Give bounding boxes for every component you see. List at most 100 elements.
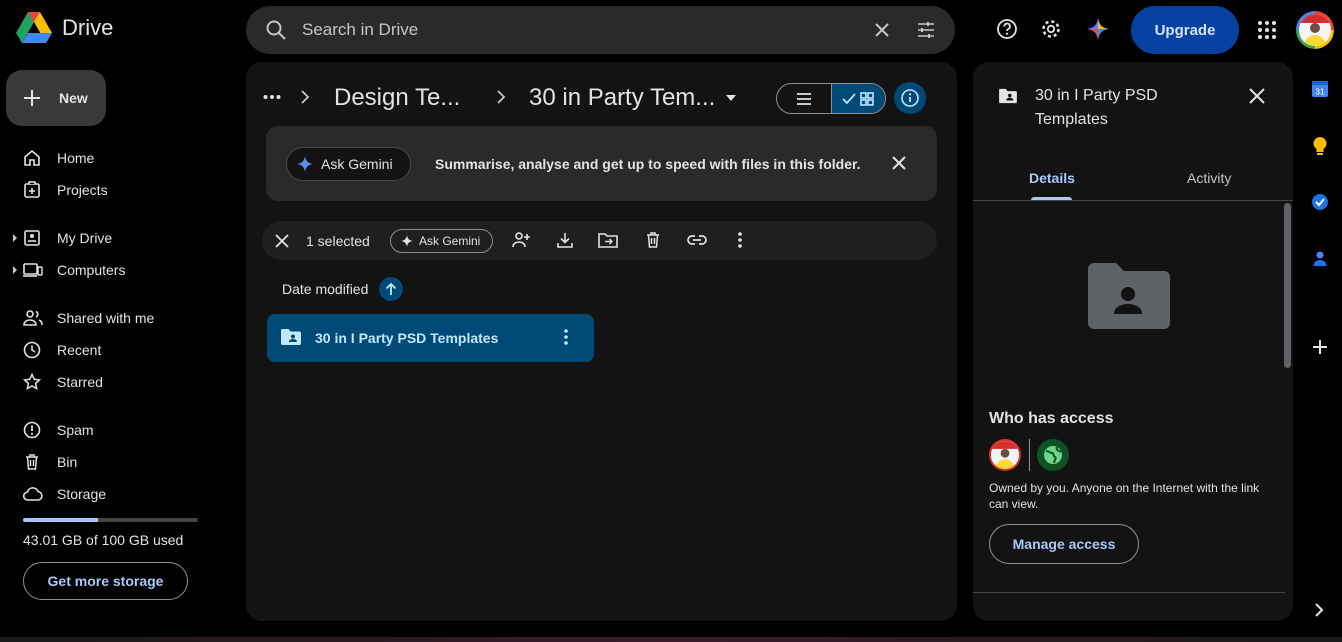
sidebar-item-label: Bin xyxy=(57,454,78,470)
home-icon xyxy=(24,149,40,166)
app-title: Drive xyxy=(62,15,114,40)
details-section-divider xyxy=(973,592,1285,593)
view-toggle[interactable] xyxy=(776,83,886,114)
account-avatar[interactable] xyxy=(1296,11,1334,49)
sort-label[interactable]: Date modified xyxy=(282,281,368,297)
keep-icon[interactable] xyxy=(1311,136,1329,156)
spam-icon xyxy=(23,421,41,439)
drive-logo[interactable]: Drive xyxy=(16,12,113,44)
chevron-right-icon xyxy=(497,90,506,104)
sidebar-item-shared-with-me[interactable]: Shared with me xyxy=(0,302,230,334)
expand-caret-icon[interactable] xyxy=(13,234,17,242)
add-addon-icon[interactable] xyxy=(1313,340,1327,354)
selection-ask-gemini-label: Ask Gemini xyxy=(419,234,481,248)
search-input[interactable] xyxy=(302,18,842,42)
star-icon xyxy=(23,373,41,391)
new-button[interactable]: New xyxy=(6,70,106,126)
list-view-button[interactable] xyxy=(777,84,831,113)
shared-folder-icon xyxy=(281,329,301,345)
trash-icon xyxy=(26,454,38,470)
plus-icon xyxy=(24,90,40,106)
sidebar-item-recent[interactable]: Recent xyxy=(0,334,230,366)
expand-caret-icon[interactable] xyxy=(13,266,17,274)
folder-preview-icon xyxy=(1088,263,1170,329)
manage-access-button[interactable]: Manage access xyxy=(989,524,1139,564)
calendar-icon[interactable]: 31 xyxy=(1311,80,1329,98)
search-icon[interactable] xyxy=(264,18,288,42)
help-icon[interactable] xyxy=(996,18,1018,40)
close-details-icon[interactable] xyxy=(1247,86,1267,106)
projects-icon xyxy=(24,181,40,198)
info-icon xyxy=(901,89,919,107)
sidebar-item-computers[interactable]: Computers xyxy=(0,254,230,286)
sort-direction-button[interactable] xyxy=(379,277,403,301)
my-drive-icon xyxy=(24,230,40,246)
tab-activity[interactable]: Activity xyxy=(1187,170,1231,186)
details-scrollbar[interactable] xyxy=(1284,203,1291,368)
arrow-up-icon xyxy=(385,282,397,295)
details-title: 30 in I Party PSD Templates xyxy=(1035,87,1158,128)
check-icon xyxy=(842,92,857,104)
sidebar-item-spam[interactable]: Spam xyxy=(0,414,230,446)
gemini-icon[interactable] xyxy=(1087,18,1109,40)
sidebar-item-label: Spam xyxy=(57,422,94,438)
get-more-storage-button[interactable]: Get more storage xyxy=(23,562,188,600)
apps-grid-icon[interactable] xyxy=(1257,20,1277,40)
more-path-icon[interactable] xyxy=(263,94,281,100)
list-icon xyxy=(796,92,811,105)
ask-gemini-chip[interactable]: Ask Gemini xyxy=(286,147,411,181)
breadcrumb-parent[interactable]: Design Te... xyxy=(334,84,460,112)
sidebar-item-storage[interactable]: Storage xyxy=(0,478,230,510)
avatar-image xyxy=(1299,14,1331,46)
access-description: Owned by you. Anyone on the Internet wit… xyxy=(989,481,1260,511)
sidebar-item-label: My Drive xyxy=(57,230,113,246)
public-access-avatar[interactable] xyxy=(1037,439,1069,471)
sidebar-item-label: Projects xyxy=(57,182,108,198)
clear-selection-icon[interactable] xyxy=(275,234,289,248)
details-info-button[interactable] xyxy=(894,82,926,114)
close-banner-icon[interactable] xyxy=(890,154,908,172)
sidebar-item-starred[interactable]: Starred xyxy=(0,366,230,398)
selected-count: 1 selected xyxy=(306,233,370,249)
more-actions-icon[interactable] xyxy=(737,231,743,249)
sidebar-item-my-drive[interactable]: My Drive xyxy=(0,222,230,254)
gemini-sparkle-icon xyxy=(401,235,413,247)
sidebar-item-bin[interactable]: Bin xyxy=(0,446,230,478)
shared-icon xyxy=(23,310,43,326)
chevron-right-icon xyxy=(301,90,310,104)
grid-icon xyxy=(860,91,875,106)
search-bar[interactable] xyxy=(246,6,955,54)
owner-avatar[interactable] xyxy=(989,439,1021,471)
selection-ask-gemini-button[interactable]: Ask Gemini xyxy=(390,229,493,253)
copy-link-icon[interactable] xyxy=(687,231,707,249)
breadcrumb-current[interactable]: 30 in Party Tem... xyxy=(529,84,715,112)
sidebar-item-label: Computers xyxy=(57,262,126,278)
contacts-icon[interactable] xyxy=(1311,249,1329,267)
upgrade-button[interactable]: Upgrade xyxy=(1131,6,1239,54)
share-add-person-icon[interactable] xyxy=(511,231,531,249)
cloud-icon xyxy=(23,487,43,501)
tab-details[interactable]: Details xyxy=(1029,170,1075,186)
download-icon[interactable] xyxy=(556,231,574,249)
sidebar-item-label: Home xyxy=(57,150,95,166)
tasks-icon[interactable] xyxy=(1311,193,1329,211)
folder-more-icon[interactable] xyxy=(563,328,569,346)
search-options-icon[interactable] xyxy=(916,20,936,40)
folder-dropdown-icon[interactable] xyxy=(725,95,737,101)
clock-icon xyxy=(23,341,41,359)
ask-gemini-label: Ask Gemini xyxy=(321,156,393,172)
grid-view-button[interactable] xyxy=(830,84,885,113)
settings-icon[interactable] xyxy=(1040,18,1062,40)
computers-icon xyxy=(23,263,43,277)
taskbar-edge xyxy=(0,637,1342,642)
clear-search-icon[interactable] xyxy=(872,20,892,40)
sidebar-item-projects[interactable]: Projects xyxy=(0,174,230,206)
trash-icon[interactable] xyxy=(644,231,662,249)
chevron-right-icon[interactable] xyxy=(1312,602,1326,618)
move-to-folder-icon[interactable] xyxy=(598,231,618,249)
folder-tile[interactable]: 30 in I Party PSD Templates xyxy=(267,314,594,362)
svg-text:31: 31 xyxy=(1316,88,1325,97)
sidebar-item-home[interactable]: Home xyxy=(0,142,230,174)
globe-icon xyxy=(1044,446,1063,464)
access-divider xyxy=(1029,439,1030,471)
